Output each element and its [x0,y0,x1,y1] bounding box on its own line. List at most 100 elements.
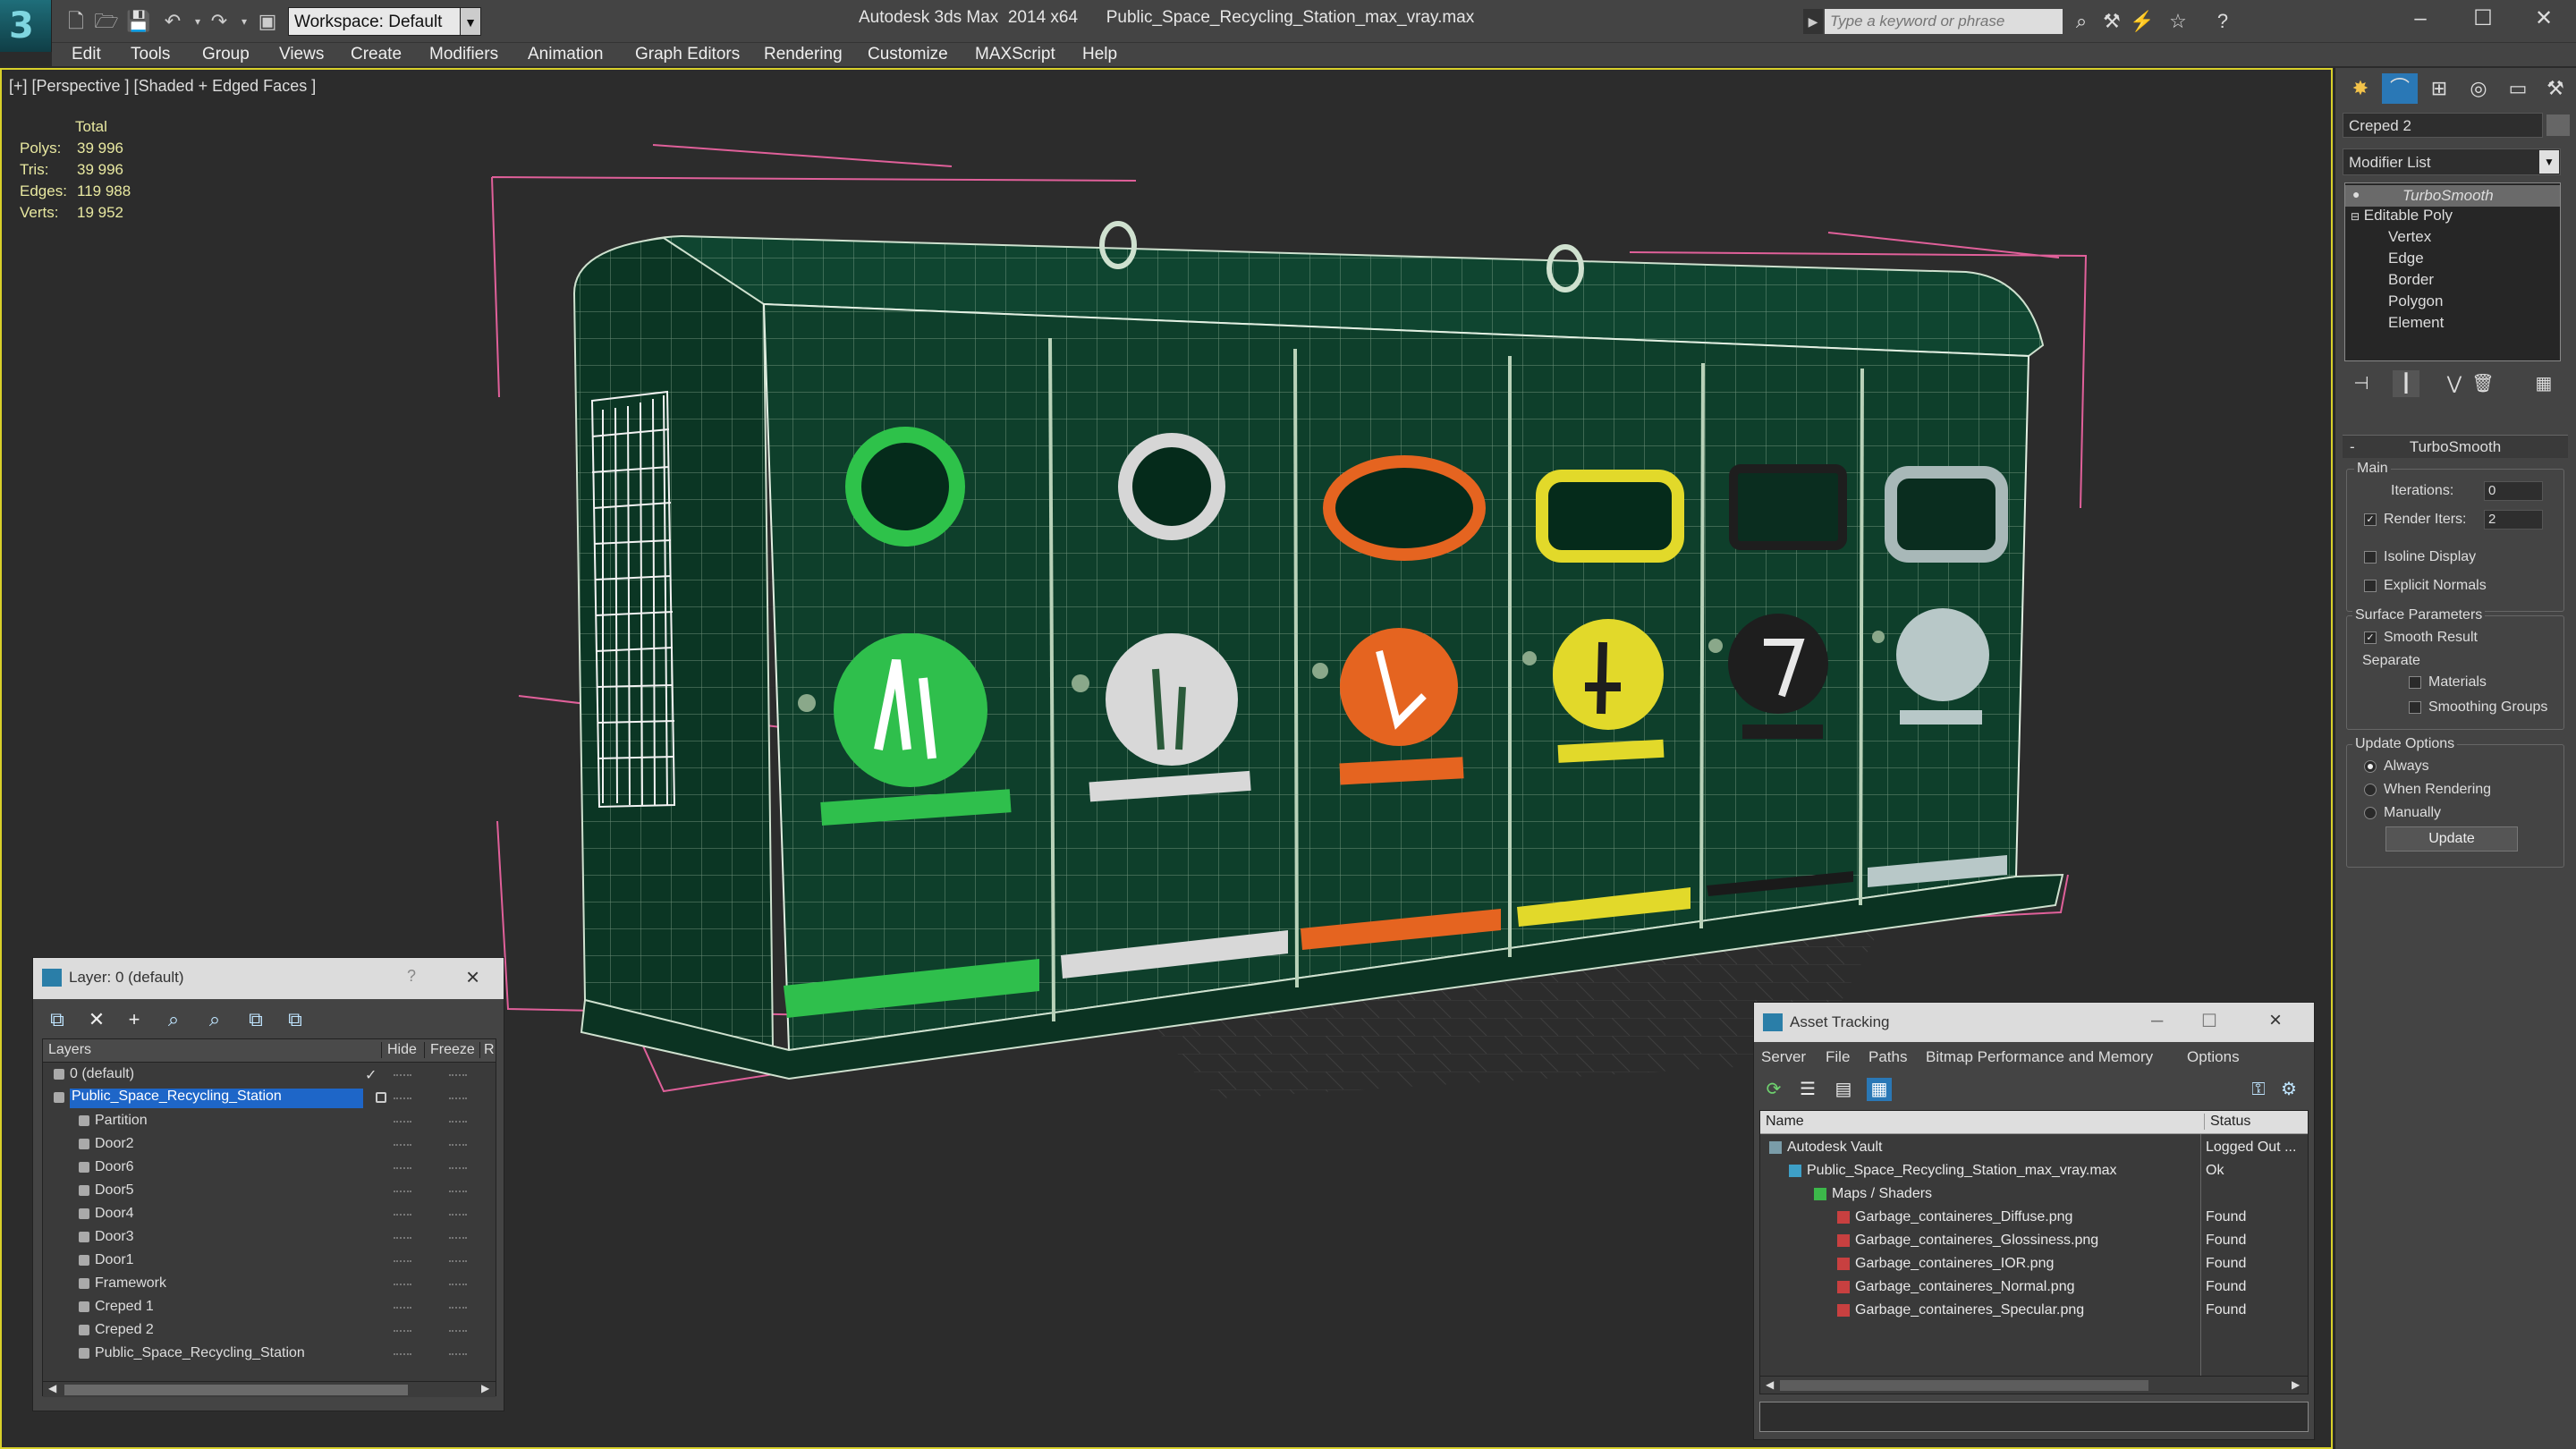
chevron-down-icon[interactable]: ▼ [460,7,481,36]
help-icon[interactable]: ? [2209,9,2236,34]
hide-toggle[interactable] [394,1097,411,1099]
layer-row[interactable]: Door2 [43,1134,496,1156]
scrollbar-thumb[interactable] [1780,1380,2148,1391]
search-expand-icon[interactable]: ▶ [1803,9,1823,34]
hide-toggle[interactable] [394,1167,411,1169]
layer-row[interactable]: Creped 1 [43,1297,496,1318]
isoline-display-checkbox[interactable] [2364,551,2377,564]
freeze-toggle[interactable] [449,1121,467,1123]
menu-paths[interactable]: Paths [1868,1048,1907,1066]
menu-graph-editors[interactable]: Graph Editors [635,45,740,64]
render-iters-checkbox[interactable]: ✓ [2364,513,2377,526]
layer-row[interactable]: Public_Space_Recycling_Station [43,1088,496,1109]
layer-row[interactable]: 0 (default) ✓ [43,1064,496,1086]
stack-item-border[interactable]: Border [2388,271,2434,289]
col-name[interactable]: Name [1766,1114,1804,1130]
modifier-list-dropdown[interactable]: Modifier List [2343,148,2561,175]
layer-row[interactable]: Door3 [43,1227,496,1249]
always-radio[interactable] [2364,760,2377,773]
motion-tab-icon[interactable]: ◎ [2461,73,2496,104]
freeze-toggle[interactable] [449,1260,467,1262]
col-layers[interactable]: Layers [48,1042,91,1058]
scrollbar-thumb[interactable] [64,1385,408,1395]
make-unique-icon[interactable]: ⋁ [2441,370,2468,397]
vault-settings-icon[interactable]: ⚙ [2276,1078,2301,1101]
object-name-field[interactable]: Creped 2 [2343,113,2543,138]
asset-row[interactable]: Garbage_containeres_Diffuse.png Found [1760,1206,2308,1229]
delete-layer-icon[interactable]: ✕ [81,1006,112,1033]
freeze-toggle[interactable] [449,1167,467,1169]
hide-toggle[interactable] [394,1214,411,1216]
render-iters-spinner[interactable]: 2 [2484,510,2543,530]
object-color-swatch[interactable] [2546,114,2570,136]
menu-tools[interactable]: Tools [131,45,170,64]
hide-toggle[interactable] [394,1144,411,1146]
freeze-toggle[interactable] [449,1353,467,1355]
menu-customize[interactable]: Customize [868,45,948,64]
binoculars-icon[interactable]: ⌕ [2068,9,2095,34]
scroll-right-icon[interactable]: ▶ [481,1382,489,1394]
search-input[interactable] [1825,9,2063,34]
show-end-result-icon[interactable]: ┃ [2393,370,2419,397]
horizontal-scrollbar[interactable]: ◀ ▶ [1760,1376,2308,1394]
col-freeze[interactable]: Freeze [424,1042,475,1058]
menu-file[interactable]: File [1826,1048,1850,1066]
new-file-icon[interactable]: 🗋 [63,9,89,34]
subscription-icon[interactable]: ⚒ [2098,9,2125,34]
current-layer-checkbox[interactable] [376,1092,386,1103]
menu-options[interactable]: Options [2187,1048,2240,1066]
remove-modifier-icon[interactable]: 🗑 [2470,370,2496,397]
hide-toggle[interactable] [394,1191,411,1192]
chevron-down-icon[interactable]: ▼ [2539,150,2559,174]
redo-icon[interactable]: ↷ [206,9,233,34]
asset-row[interactable]: Public_Space_Recycling_Station_max_vray.… [1760,1159,2308,1182]
stack-item-polygon[interactable]: Polygon [2388,292,2443,310]
asset-row[interactable]: Autodesk Vault Logged Out ... [1760,1136,2308,1159]
hide-all-icon[interactable]: ⧉ [241,1006,271,1033]
list-view-icon[interactable]: ☰ [1795,1078,1820,1101]
stack-item-edge[interactable]: Edge [2388,250,2424,267]
app-menu-button[interactable]: 3 [0,0,52,52]
freeze-toggle[interactable] [449,1330,467,1332]
menu-group[interactable]: Group [202,45,250,64]
maximize-icon[interactable]: ☐ [2451,0,2515,38]
layer-row[interactable]: Door5 [43,1181,496,1202]
close-icon[interactable]: × [466,963,479,991]
hide-toggle[interactable] [394,1284,411,1285]
hide-toggle[interactable] [394,1121,411,1123]
asset-path-field[interactable] [1759,1402,2309,1432]
menu-modifiers[interactable]: Modifiers [429,45,498,64]
menu-maxscript[interactable]: MAXScript [975,45,1055,64]
undo-icon[interactable]: ↶ [159,9,186,34]
freeze-toggle[interactable] [449,1284,467,1285]
freeze-toggle[interactable] [449,1237,467,1239]
modify-tab-icon[interactable]: ⌒ [2382,73,2418,104]
favorites-icon[interactable]: ☆ [2165,9,2191,34]
freeze-toggle[interactable] [449,1191,467,1192]
hide-toggle[interactable] [394,1237,411,1239]
col-render[interactable]: R [479,1042,495,1058]
layer-row[interactable]: Door1 [43,1250,496,1272]
stack-item-element[interactable]: Element [2388,314,2444,332]
freeze-toggle[interactable] [449,1214,467,1216]
smooth-result-checkbox[interactable]: ✓ [2364,631,2377,644]
turbosmooth-rollout-header[interactable]: - TurboSmooth [2343,435,2568,458]
communication-center-icon[interactable]: ⚡ [2129,9,2156,34]
stack-item-vertex[interactable]: Vertex [2388,228,2431,246]
smoothing-groups-checkbox[interactable] [2409,701,2421,714]
hide-toggle[interactable] [394,1330,411,1332]
freeze-all-icon[interactable]: ⧉ [280,1006,310,1033]
col-status[interactable]: Status [2204,1114,2250,1130]
col-hide[interactable]: Hide [381,1042,417,1058]
vault-login-icon[interactable]: ⚿ [2246,1078,2271,1101]
pin-stack-icon[interactable]: ⊣ [2348,370,2375,397]
stack-item-turbosmooth[interactable]: ● TurboSmooth [2345,185,2560,207]
configure-sets-icon[interactable]: ▦ [2530,370,2557,397]
asset-row[interactable]: Garbage_containeres_IOR.png Found [1760,1252,2308,1275]
freeze-toggle[interactable] [449,1307,467,1309]
help-icon[interactable]: ? [407,967,416,986]
horizontal-scrollbar[interactable]: ◀ ▶ [43,1381,496,1397]
scroll-right-icon[interactable]: ▶ [2292,1378,2300,1391]
table-view-icon[interactable]: ▦ [1867,1078,1892,1101]
layer-row[interactable]: Partition [43,1111,496,1132]
